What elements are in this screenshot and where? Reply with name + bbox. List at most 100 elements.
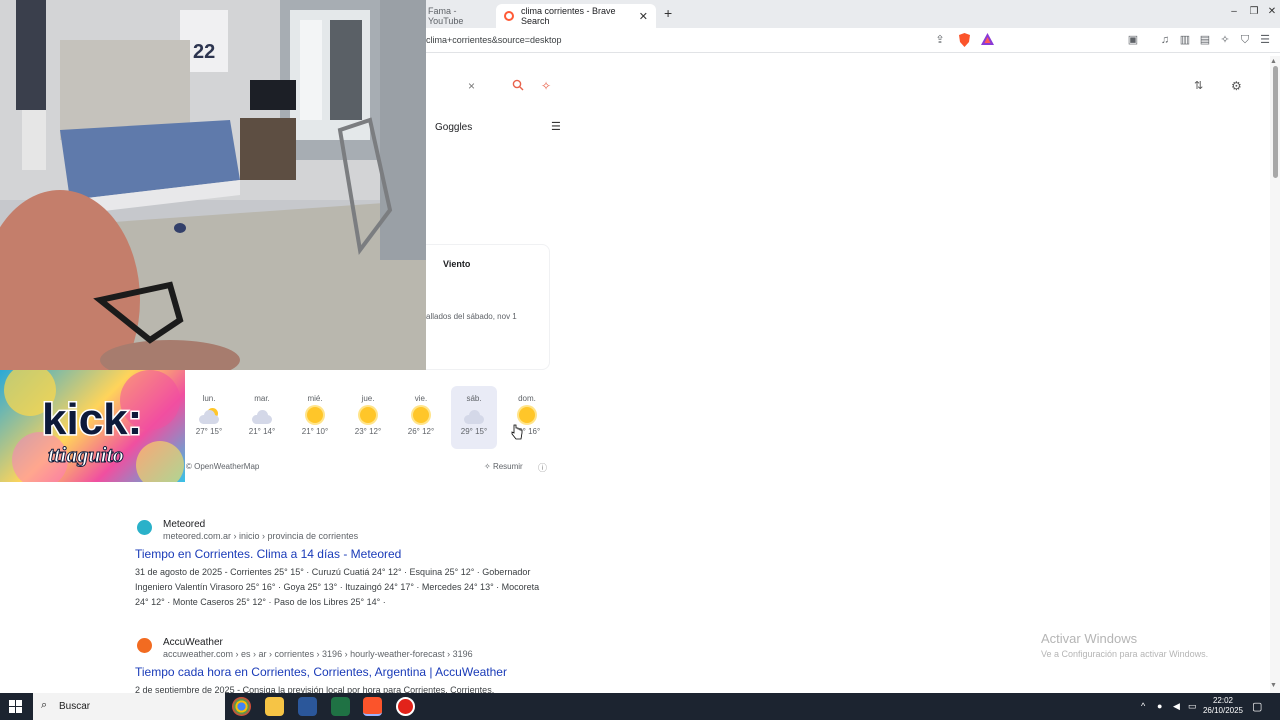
search-icon[interactable]: [512, 79, 524, 94]
ask-ai-icon[interactable]: ✧: [541, 79, 551, 93]
scrollbar[interactable]: ▲ ▼: [1270, 56, 1280, 693]
cloud-icon: [463, 407, 485, 425]
forecast-temps: 21° 14°: [248, 427, 276, 436]
close-tab-icon[interactable]: ✕: [639, 10, 648, 23]
excel-icon[interactable]: [331, 697, 350, 716]
brave-favicon-icon: [504, 11, 514, 21]
result-header[interactable]: Meteored meteored.com.ar › inicio › prov…: [135, 519, 555, 543]
filter-icon[interactable]: ☰: [551, 120, 561, 133]
word-icon[interactable]: [298, 697, 317, 716]
meteored-favicon-icon: [137, 520, 152, 535]
forecast-day-name: lun.: [202, 394, 216, 403]
search-result: Meteored meteored.com.ar › inicio › prov…: [135, 519, 555, 610]
kick-logo-overlay: kick: ttiaguito: [0, 370, 185, 482]
summarize-button[interactable]: ✧ Resumir: [484, 462, 523, 471]
forecast-temps: 21° 10°: [301, 427, 329, 436]
reader-icon[interactable]: ▣: [1126, 33, 1140, 47]
forecast-temps: 27° 15°: [195, 427, 223, 436]
forecast-day[interactable]: mié. 21° 10°: [292, 386, 338, 449]
kick-logo-text: kick:: [42, 395, 142, 444]
scrollbar-thumb[interactable]: [1273, 66, 1278, 178]
tray-chevron-icon[interactable]: ^: [1141, 701, 1145, 711]
wallet-icon[interactable]: ▤: [1198, 33, 1212, 47]
forecast-day-name: jue.: [361, 394, 375, 403]
swap-icon[interactable]: ⇅: [1194, 79, 1203, 92]
forecast-temps: 29° 15°: [460, 427, 488, 436]
result-header[interactable]: AccuWeather accuweather.com › es › ar › …: [135, 637, 555, 661]
sun-icon: [304, 407, 326, 425]
gear-icon[interactable]: ⚙: [1231, 79, 1242, 93]
tab-youtube[interactable]: Fama - YouTube: [428, 4, 494, 28]
notification-icon[interactable]: ▢: [1252, 700, 1262, 713]
weather-source: © OpenWeatherMap: [186, 462, 260, 471]
summarize-label: Resumir: [492, 462, 523, 471]
clock-time: 22:02: [1212, 696, 1234, 705]
result-title-link[interactable]: Tiempo cada hora en Corrientes, Corrient…: [135, 665, 555, 679]
watermark-subtitle: Ve a Configuración para activar Windows.: [1041, 649, 1209, 659]
tab-label: clima corrientes - Brave Search: [521, 6, 616, 26]
share-icon[interactable]: ⇪: [933, 33, 947, 47]
taskbar-search-input[interactable]: ⌕ Buscar: [33, 693, 225, 720]
network-icon[interactable]: ▭: [1188, 701, 1197, 712]
leo-ai-icon[interactable]: ✧: [1218, 33, 1232, 47]
forecast-day[interactable]: mar. 21° 14°: [239, 386, 285, 449]
forecast-day[interactable]: vie. 26° 12°: [398, 386, 444, 449]
clear-search-icon[interactable]: ×: [468, 79, 475, 93]
weather-forecast: lun. 27° 15° mar. 21° 14° mié. 21° 10° j…: [186, 386, 552, 450]
forecast-day-name: sáb.: [466, 394, 482, 403]
forecast-temps: 23° 12°: [354, 427, 382, 436]
taskbar-search-placeholder: Buscar: [59, 701, 91, 712]
obs-icon[interactable]: [396, 697, 415, 716]
menu-icon[interactable]: ☰: [1258, 33, 1272, 47]
forecast-day-name: dom.: [518, 394, 536, 403]
windows-taskbar: ⌕ Buscar ^ ● ◀ ▭ 22:02 26/10/2025 ▢: [0, 693, 1280, 720]
info-icon[interactable]: ⓘ: [538, 461, 547, 474]
minimize-button[interactable]: –: [1224, 6, 1244, 17]
partly-cloudy-icon: [198, 407, 220, 425]
forecast-day-name: vie.: [414, 394, 428, 403]
forecast-day[interactable]: jue. 23° 12°: [345, 386, 391, 449]
result-url: meteored.com.ar › inicio › provincia de …: [163, 531, 359, 541]
mouse-cursor-icon: [511, 424, 523, 440]
sun-icon: [357, 407, 379, 425]
taskbar-clock[interactable]: 22:02 26/10/2025: [1199, 696, 1247, 716]
forecast-day-name: mar.: [254, 394, 270, 403]
result-site-name: Meteored: [163, 519, 206, 530]
result-title-link[interactable]: Tiempo en Corrientes. Clima a 14 días - …: [135, 547, 555, 561]
clock-date: 26/10/2025: [1202, 706, 1244, 715]
kick-sub-text: ttiaguito: [48, 442, 124, 467]
weather-detail-text: allados del sábado, nov 1: [426, 312, 517, 321]
microphone-icon[interactable]: ●: [1157, 701, 1162, 711]
file-explorer-icon[interactable]: [265, 697, 284, 716]
scroll-down-icon[interactable]: ▼: [1270, 682, 1277, 689]
tab-label: Fama - YouTube: [428, 6, 464, 26]
url-field[interactable]: clima+corrientes&source=desktop: [426, 35, 562, 45]
vpn-shield-icon[interactable]: ⛉: [1238, 33, 1252, 47]
brave-icon[interactable]: [363, 697, 382, 716]
chrome-icon[interactable]: [232, 697, 251, 716]
wind-label[interactable]: Viento: [443, 259, 470, 269]
result-site-name: AccuWeather: [163, 637, 223, 648]
windows-start-icon[interactable]: [9, 700, 22, 713]
webcam-image: 22: [0, 0, 426, 370]
forecast-temps: 26° 12°: [407, 427, 435, 436]
maximize-button[interactable]: ❐: [1244, 6, 1264, 17]
goggles-label[interactable]: Goggles: [435, 122, 472, 133]
kick-logo-image: kick: ttiaguito: [4, 370, 184, 482]
media-icon[interactable]: ♫: [1158, 33, 1172, 47]
brave-shields-icon[interactable]: [957, 33, 971, 47]
close-window-button[interactable]: ✕: [1262, 6, 1280, 17]
forecast-day-selected[interactable]: sáb. 29° 15°: [451, 386, 497, 449]
brave-rewards-icon[interactable]: [980, 33, 994, 47]
new-tab-button[interactable]: +: [664, 5, 672, 21]
volume-icon[interactable]: ◀: [1173, 701, 1180, 712]
watermark-title: Activar Windows: [1041, 631, 1138, 646]
tab-brave-search[interactable]: clima corrientes - Brave Search ✕: [496, 4, 656, 28]
forecast-day[interactable]: lun. 27° 15°: [186, 386, 232, 449]
sidebar-icon[interactable]: ▥: [1178, 33, 1192, 47]
sun-icon: [516, 407, 538, 425]
search-result: AccuWeather accuweather.com › es › ar › …: [135, 637, 555, 693]
webcam-overlay: 22: [0, 0, 426, 370]
cloud-icon: [251, 407, 273, 425]
scroll-up-icon[interactable]: ▲: [1270, 58, 1277, 65]
